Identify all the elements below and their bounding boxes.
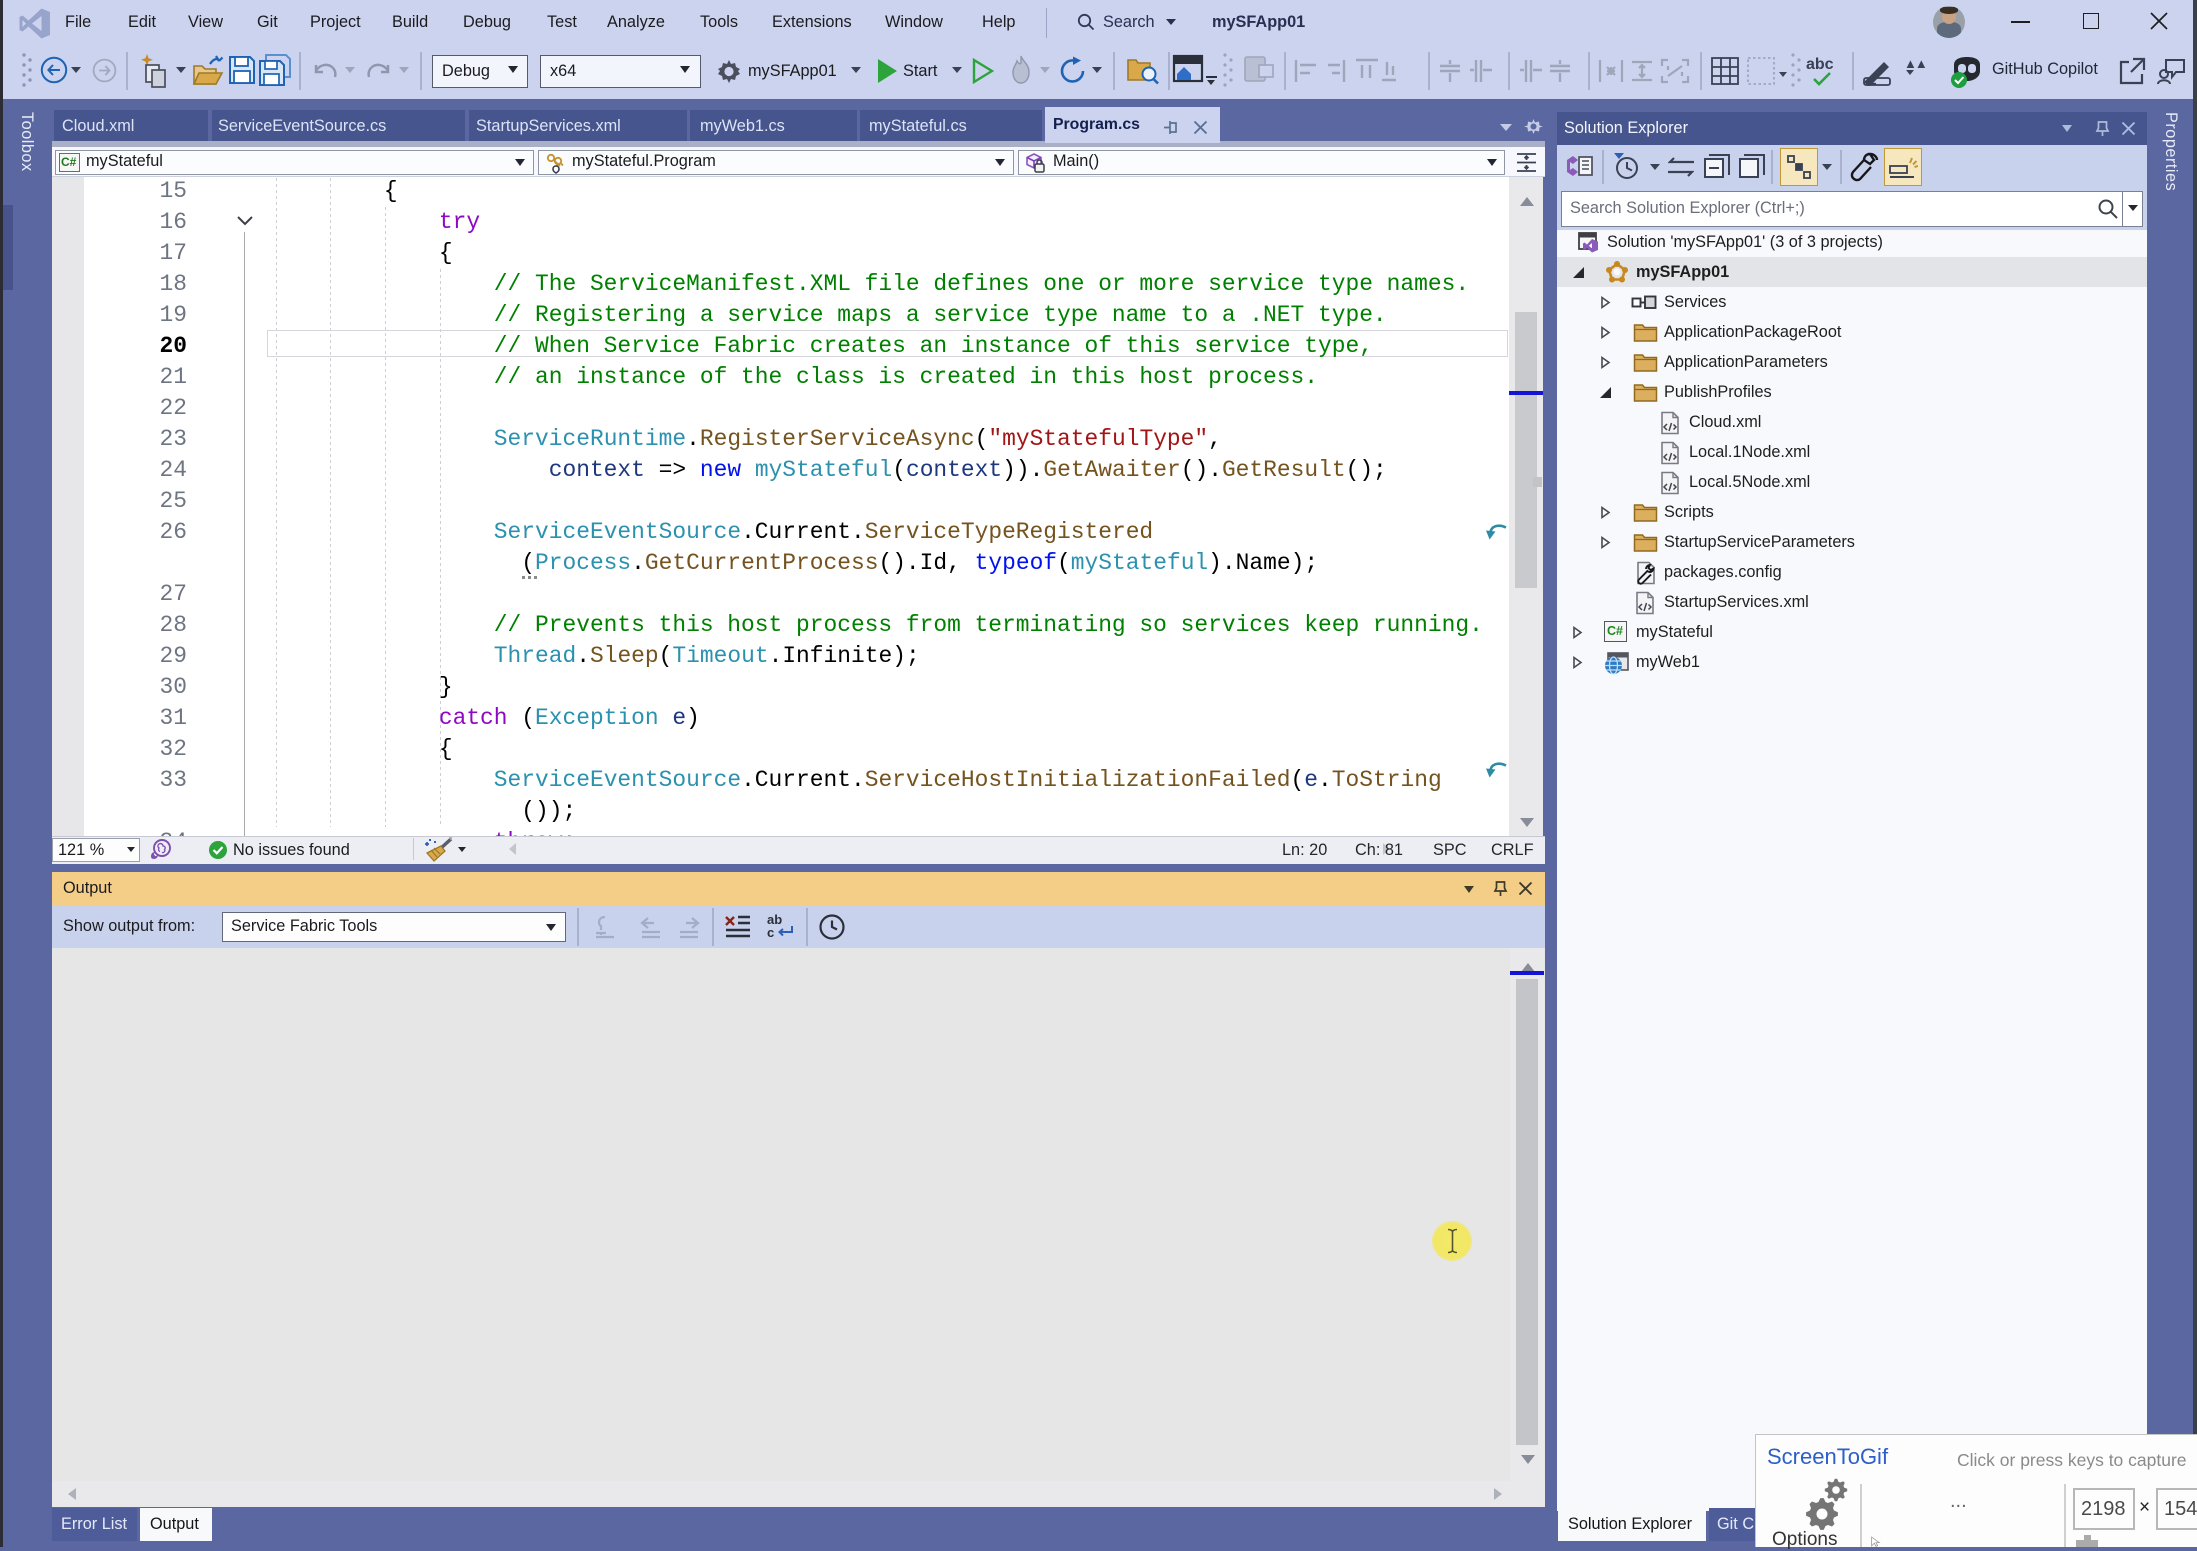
svg-text:c: c: [767, 925, 774, 940]
